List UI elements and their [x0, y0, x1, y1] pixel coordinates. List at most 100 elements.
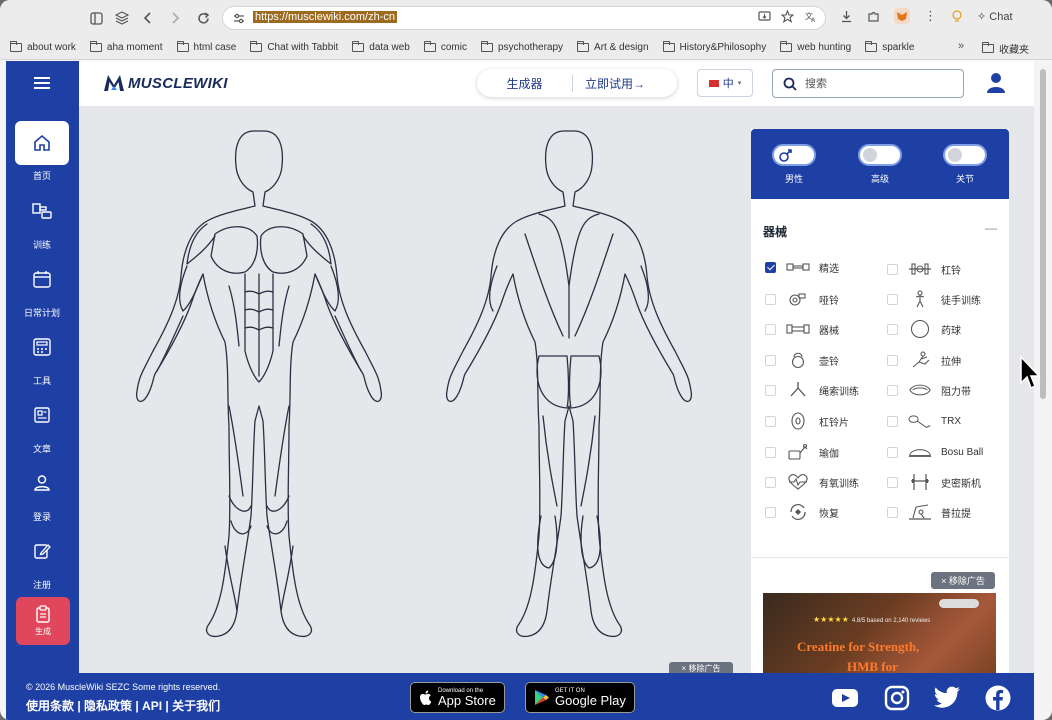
- equipment-yoga[interactable]: 瑜伽: [765, 442, 839, 462]
- search-input[interactable]: [805, 77, 955, 90]
- google-play-button[interactable]: GET IT ON Google Play: [525, 682, 635, 713]
- url-text[interactable]: https://musclewiki.com/zh-cn: [253, 11, 397, 23]
- equipment-bodyweight[interactable]: 徒手训练: [887, 289, 981, 309]
- site-logo[interactable]: MUSCLEWIKI: [103, 73, 228, 93]
- generator-link[interactable]: 生成器: [477, 74, 573, 92]
- equipment-stretch[interactable]: 拉伸: [887, 350, 961, 370]
- scrollbar-thumb[interactable]: [1040, 69, 1046, 399]
- footer-links[interactable]: 使用条款 | 隐私政策 | API | 关于我们: [26, 697, 220, 714]
- sidebar-item-register[interactable]: 注册: [15, 529, 69, 591]
- language-selector[interactable]: 中 ▾: [697, 69, 753, 97]
- checkbox[interactable]: [887, 415, 898, 427]
- equipment-trx[interactable]: TRX: [887, 411, 961, 431]
- sidebar-item-home[interactable]: 首页: [15, 121, 69, 183]
- equipment-kettlebell[interactable]: 壶铃: [765, 350, 839, 370]
- equipment-smith[interactable]: 史密斯机: [887, 472, 981, 492]
- toggle-advanced[interactable]: 高级: [850, 144, 910, 185]
- checkbox[interactable]: [765, 384, 776, 396]
- ad-banner[interactable]: ★★★★★ 4.8/5 based on 2,140 reviews Creati…: [763, 593, 996, 673]
- sidebar-item-routines[interactable]: 日常计划: [15, 257, 69, 319]
- instagram-icon[interactable]: [883, 684, 911, 712]
- equipment-dumbbell[interactable]: 哑铃: [765, 289, 839, 309]
- advanced-switch[interactable]: [858, 144, 902, 166]
- bookmark-item[interactable]: about work: [10, 41, 76, 53]
- male-switch[interactable]: [772, 144, 816, 166]
- checkbox[interactable]: [887, 293, 898, 305]
- bookmark-item[interactable]: comic: [423, 41, 467, 53]
- sidebar-toggle-icon[interactable]: [86, 8, 106, 28]
- checkbox[interactable]: [887, 506, 898, 518]
- download-icon[interactable]: [840, 10, 853, 23]
- layers-icon[interactable]: [112, 8, 132, 28]
- checkbox[interactable]: [887, 263, 898, 275]
- bookmark-item[interactable]: History&Philosophy: [662, 41, 766, 53]
- bookmark-item[interactable]: data web: [352, 41, 410, 53]
- address-bar[interactable]: https://musclewiki.com/zh-cn 文A: [222, 6, 826, 30]
- equipment-collapse-button[interactable]: —: [985, 221, 997, 235]
- menu-dots-icon[interactable]: ⋮: [924, 8, 937, 24]
- back-icon[interactable]: [138, 8, 158, 28]
- bookmark-item[interactable]: web hunting: [780, 41, 851, 53]
- equipment-band[interactable]: 阻力带: [887, 380, 971, 400]
- try-now-link[interactable]: 立即试用→: [573, 75, 645, 92]
- bookmarks-overflow-button[interactable]: »: [958, 40, 964, 52]
- toggle-joints[interactable]: 关节: [935, 144, 995, 185]
- lightbulb-icon[interactable]: [951, 9, 963, 23]
- youtube-icon[interactable]: [831, 684, 859, 712]
- equipment-cable[interactable]: 绳索训练: [765, 380, 859, 400]
- checkbox[interactable]: [765, 476, 776, 488]
- checkbox[interactable]: [887, 323, 898, 335]
- checkbox[interactable]: [765, 506, 776, 518]
- sidebar-generate-button[interactable]: 生成: [16, 597, 70, 645]
- bookmark-item[interactable]: psychotherapy: [481, 41, 563, 53]
- equipment-recovery[interactable]: 恢复: [765, 502, 839, 522]
- forward-icon[interactable]: [165, 8, 185, 28]
- bookmark-item[interactable]: aha moment: [89, 41, 163, 53]
- bookmark-item[interactable]: html case: [176, 41, 236, 53]
- metamask-icon[interactable]: [894, 8, 910, 24]
- checkbox[interactable]: [887, 384, 898, 396]
- bookmark-star-icon[interactable]: [781, 10, 794, 23]
- equipment-featured[interactable]: 精选: [765, 257, 839, 277]
- equipment-medicine-ball[interactable]: 药球: [887, 319, 961, 339]
- checkbox[interactable]: [765, 354, 776, 366]
- front-body-figure[interactable]: [135, 130, 383, 638]
- sidebar-item-workouts[interactable]: 训练: [15, 189, 69, 251]
- account-button[interactable]: [986, 72, 1006, 99]
- reload-icon[interactable]: [193, 8, 213, 28]
- back-body-figure[interactable]: [445, 130, 693, 638]
- bookmark-item[interactable]: Art & design: [577, 41, 649, 53]
- toggle-male[interactable]: 男性: [764, 144, 824, 185]
- equipment-pilates[interactable]: 普拉提: [887, 502, 971, 522]
- twitter-icon[interactable]: [933, 684, 961, 712]
- checkbox[interactable]: [887, 476, 898, 488]
- sidebar-item-tools[interactable]: 工具: [15, 325, 69, 387]
- install-app-icon[interactable]: [758, 10, 771, 23]
- app-store-button[interactable]: Download on the App Store: [410, 682, 505, 713]
- checkbox[interactable]: [765, 446, 776, 458]
- equipment-bosu[interactable]: Bosu Ball: [887, 442, 983, 462]
- menu-icon[interactable]: [34, 77, 50, 89]
- bookmark-item[interactable]: sparkle: [865, 41, 914, 53]
- facebook-icon[interactable]: [984, 684, 1012, 712]
- checkbox[interactable]: [765, 415, 776, 427]
- sidebar-item-articles[interactable]: 文章: [15, 393, 69, 455]
- equipment-barbell[interactable]: 杠铃: [887, 259, 961, 279]
- equipment-machine[interactable]: 器械: [765, 319, 839, 339]
- site-settings-icon[interactable]: [233, 13, 245, 24]
- checkbox[interactable]: [765, 323, 776, 335]
- checkbox[interactable]: [765, 293, 776, 305]
- checkbox[interactable]: [887, 354, 898, 366]
- checkbox[interactable]: [887, 446, 898, 458]
- remove-ad-button[interactable]: × 移除广告: [931, 572, 995, 589]
- chat-button[interactable]: ✧ Chat: [977, 10, 1013, 23]
- search-box[interactable]: [772, 69, 964, 98]
- checkbox[interactable]: [765, 261, 776, 273]
- bookmark-item[interactable]: Chat with Tabbit: [250, 41, 338, 53]
- joints-switch[interactable]: [943, 144, 987, 166]
- bookmark-favorites[interactable]: 收藏夹: [982, 41, 1029, 56]
- equipment-cardio[interactable]: 有氧训练: [765, 472, 859, 492]
- equipment-plate[interactable]: 杠铃片: [765, 411, 849, 431]
- translate-icon[interactable]: 文A: [804, 10, 817, 23]
- sidebar-item-login[interactable]: 登录: [15, 461, 69, 523]
